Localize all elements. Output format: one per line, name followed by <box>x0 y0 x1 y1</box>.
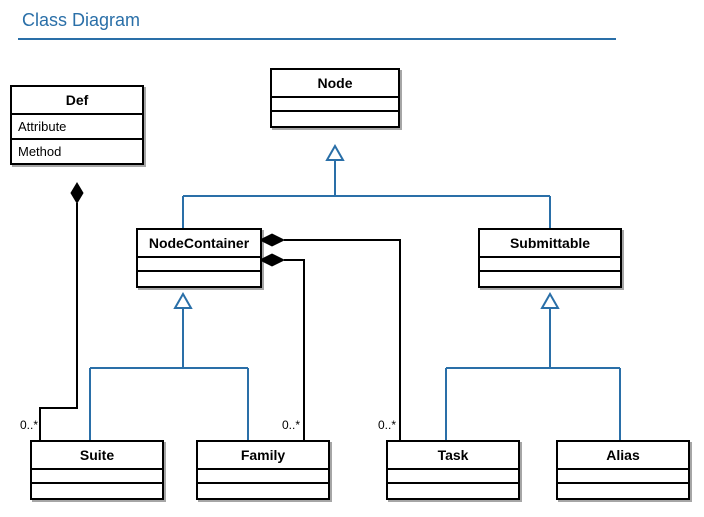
class-node-name: Node <box>272 70 398 98</box>
class-node-attrs <box>272 98 398 112</box>
class-suite-name: Suite <box>32 442 162 470</box>
diamond-nc-task <box>260 234 284 246</box>
class-def-attrs: Attribute <box>12 115 142 140</box>
class-submittable-name: Submittable <box>480 230 620 258</box>
comp-nc-task <box>284 240 400 440</box>
class-family-attrs <box>198 470 328 484</box>
class-alias: Alias <box>556 440 690 500</box>
title-underline <box>18 38 616 40</box>
class-suite: Suite <box>30 440 164 500</box>
mult-family: 0..* <box>282 418 300 432</box>
class-node-methods <box>272 112 398 126</box>
mult-task: 0..* <box>378 418 396 432</box>
arrowhead-nodecontainer <box>175 294 191 308</box>
class-task: Task <box>386 440 520 500</box>
diagram-canvas: Class Diagram Node <box>0 0 704 517</box>
class-nodecontainer-attrs <box>138 258 260 272</box>
class-suite-attrs <box>32 470 162 484</box>
arrowhead-submittable <box>542 294 558 308</box>
class-submittable-methods <box>480 272 620 286</box>
class-task-methods <box>388 484 518 498</box>
mult-suite: 0..* <box>20 418 38 432</box>
class-alias-name: Alias <box>558 442 688 470</box>
class-task-name: Task <box>388 442 518 470</box>
class-nodecontainer: NodeContainer <box>136 228 262 288</box>
class-alias-methods <box>558 484 688 498</box>
class-suite-methods <box>32 484 162 498</box>
comp-nc-family <box>284 260 304 440</box>
class-family-name: Family <box>198 442 328 470</box>
class-submittable: Submittable <box>478 228 622 288</box>
class-def-name: Def <box>12 87 142 115</box>
class-def-attribute: Attribute <box>12 115 142 138</box>
class-submittable-attrs <box>480 258 620 272</box>
class-def: Def Attribute Method <box>10 85 144 165</box>
diamond-def <box>71 183 83 203</box>
class-family: Family <box>196 440 330 500</box>
comp-def-suite <box>40 203 77 440</box>
class-nodecontainer-name: NodeContainer <box>138 230 260 258</box>
class-def-methods: Method <box>12 140 142 163</box>
class-nodecontainer-methods <box>138 272 260 286</box>
class-task-attrs <box>388 470 518 484</box>
diamond-nc-family <box>260 254 284 266</box>
class-node: Node <box>270 68 400 128</box>
class-alias-attrs <box>558 470 688 484</box>
diagram-title: Class Diagram <box>22 10 140 31</box>
class-def-method: Method <box>12 140 142 163</box>
arrowhead-node <box>327 146 343 160</box>
class-family-methods <box>198 484 328 498</box>
